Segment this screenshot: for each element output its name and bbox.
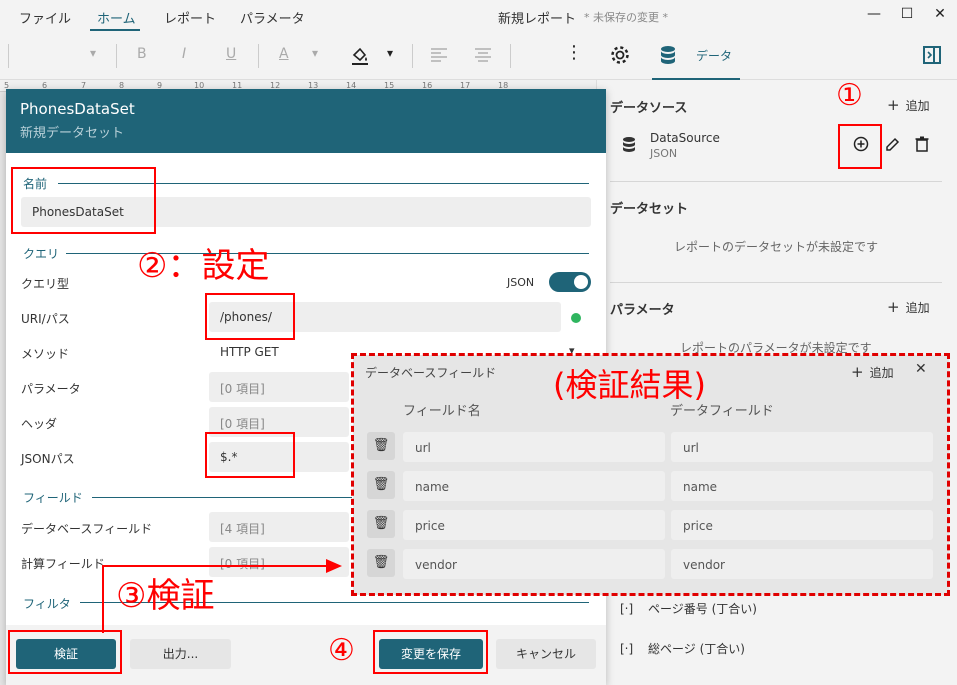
- menu-home[interactable]: ホーム: [97, 8, 136, 27]
- annotation-step-4: ④: [328, 633, 355, 668]
- group-filter-title: フィルタ: [23, 597, 71, 611]
- annotation-box-name: [11, 167, 156, 234]
- cancel-button[interactable]: キャンセル: [496, 639, 596, 669]
- database-icon: [623, 137, 635, 152]
- field-icon: [‧]: [620, 602, 634, 616]
- dataset-section-title: データセット: [610, 202, 689, 217]
- query-type-toggle[interactable]: [549, 272, 591, 292]
- headers-label: ヘッダ: [21, 417, 58, 431]
- toolbar-divider: [412, 44, 413, 68]
- annotation-result: (検証結果): [553, 366, 706, 404]
- calcfields-label: 計算フィールド: [21, 557, 105, 571]
- gear-icon[interactable]: [609, 44, 631, 70]
- italic-button[interactable]: I: [182, 46, 186, 62]
- align-center-icon[interactable]: [474, 46, 492, 66]
- menu-file[interactable]: ファイル: [19, 8, 71, 27]
- annotation-step-3: ③検証: [116, 576, 215, 616]
- arrowhead-icon: [326, 559, 342, 573]
- dialog-title: PhonesDataSet: [20, 100, 135, 118]
- output-button[interactable]: 出力...: [130, 639, 231, 669]
- add-label: 追加: [905, 99, 930, 113]
- annotation-step-2: ②：設定: [137, 246, 270, 286]
- group-fields-title: フィールド: [23, 491, 83, 505]
- toolbar-divider: [116, 44, 117, 68]
- dialog-subtitle: 新規データセット: [20, 126, 125, 141]
- query-type-value: JSON: [507, 276, 535, 289]
- group-query-title: クエリ: [23, 247, 60, 261]
- page-number-label: ページ番号 (丁合い): [648, 602, 757, 616]
- field-icon: [‧]: [620, 642, 634, 656]
- trash-icon[interactable]: [915, 136, 929, 156]
- datasource-type: JSON: [650, 147, 678, 160]
- query-type-label: クエリ型: [21, 277, 70, 291]
- datasource-name[interactable]: DataSource: [650, 131, 720, 145]
- edit-icon[interactable]: [885, 136, 901, 156]
- maximize-icon[interactable]: ☐: [897, 6, 917, 22]
- dbfields-label: データベースフィールド: [21, 522, 153, 536]
- menu-bar: ファイル ホーム レポート パラメータ 新規レポート * 未保存の変更 * — …: [0, 0, 957, 32]
- annotation-arrow: [102, 565, 104, 633]
- group-divider: [92, 497, 352, 498]
- divider: [610, 181, 942, 182]
- status-dot: [571, 313, 581, 323]
- chevron-down-icon[interactable]: ▾: [387, 46, 393, 60]
- underline-button[interactable]: U: [226, 46, 236, 62]
- add-parameter-button[interactable]: + 追加: [887, 298, 930, 316]
- menu-parameter[interactable]: パラメータ: [240, 8, 305, 27]
- divider: [610, 282, 942, 283]
- annotation-step-1: ①: [836, 78, 863, 113]
- dialog-header: PhonesDataSet 新規データセット: [6, 89, 606, 153]
- close-icon[interactable]: ✕: [930, 6, 950, 22]
- menu-report[interactable]: レポート: [164, 8, 216, 27]
- bold-button[interactable]: B: [137, 46, 147, 62]
- toggle-knob: [574, 275, 588, 289]
- database-icon[interactable]: [660, 45, 676, 69]
- chevron-down-icon[interactable]: ▾: [90, 46, 96, 60]
- page-number-item[interactable]: [‧] ページ番号 (丁合い): [620, 600, 757, 617]
- annotation-box-save: [373, 630, 488, 674]
- toolbar-divider: [510, 44, 511, 68]
- toolbar-divider: [258, 44, 259, 68]
- datasource-section-title: データソース: [610, 101, 688, 116]
- active-menu-indicator: [90, 29, 140, 31]
- annotation-arrow: [102, 565, 328, 567]
- parameter-section-title: パラメータ: [610, 303, 675, 318]
- total-pages-label: 総ページ (丁合い): [648, 642, 745, 656]
- jsonpath-label: JSONパス: [21, 452, 75, 466]
- toolbar: ▾ B I U A ▾ ▾ ⋮ データ: [0, 32, 957, 80]
- chevron-down-icon[interactable]: ▾: [312, 46, 318, 60]
- minimize-icon[interactable]: —: [864, 6, 884, 22]
- add-label: 追加: [905, 301, 930, 315]
- annotation-box-jsonpath: [205, 432, 295, 478]
- method-label: メソッド: [21, 347, 70, 361]
- total-pages-item[interactable]: [‧] 総ページ (丁合い): [620, 640, 745, 657]
- annotation-box-uri: [205, 293, 295, 340]
- uri-label: URI/パス: [21, 312, 70, 326]
- add-datasource-button[interactable]: + 追加: [887, 96, 930, 114]
- dbfields-field[interactable]: [4 項目]: [209, 512, 349, 542]
- more-icon[interactable]: ⋮: [565, 42, 583, 63]
- toolbar-divider: [8, 44, 9, 68]
- tab-data[interactable]: データ: [696, 47, 732, 64]
- params-label: パラメータ: [21, 382, 81, 396]
- align-left-icon[interactable]: [430, 46, 448, 66]
- annotation-box-validate: [8, 630, 122, 674]
- font-color-button[interactable]: A: [279, 46, 289, 62]
- annotation-box-add-dataset: [838, 124, 882, 169]
- unsaved-indicator: * 未保存の変更 *: [584, 11, 668, 24]
- panel-toggle-icon[interactable]: [922, 45, 942, 69]
- fill-color-icon[interactable]: [350, 46, 370, 70]
- document-title: 新規レポート: [498, 12, 577, 27]
- dataset-empty-message: レポートのデータセットが未設定です: [674, 240, 879, 254]
- params-field[interactable]: [0 項目]: [209, 372, 349, 402]
